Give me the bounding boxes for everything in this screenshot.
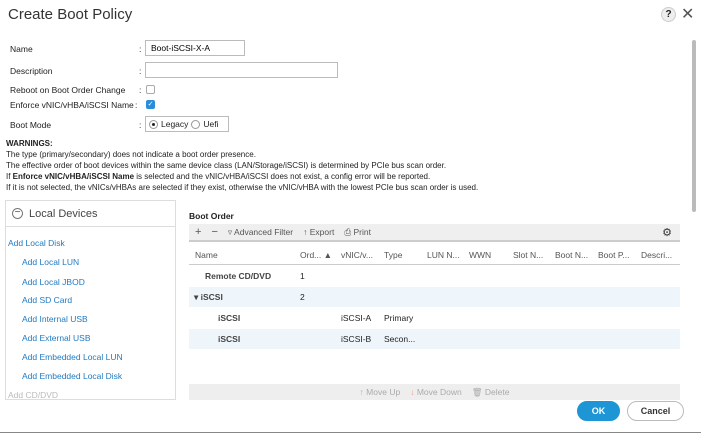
export-label: Export xyxy=(309,227,335,237)
dialog-title: Create Boot Policy xyxy=(8,6,133,23)
uefi-label: Uefi xyxy=(203,119,219,129)
col-vnic[interactable]: vNIC/v... xyxy=(341,250,373,260)
print-button[interactable]: ⎙ Print xyxy=(344,227,371,238)
advanced-filter-button[interactable]: ▿ Advanced Filter xyxy=(228,227,293,238)
uefi-radio[interactable] xyxy=(191,119,201,129)
close-icon[interactable]: ✕ xyxy=(681,4,694,24)
expand-arrow-icon[interactable]: ▾ xyxy=(194,292,201,302)
gear-icon[interactable]: ⚙ xyxy=(662,226,672,239)
move-up-label: Move Up xyxy=(366,387,401,397)
warning-line: The type (primary/secondary) does not in… xyxy=(6,150,256,159)
row-vnic: iSCSI-A xyxy=(341,313,372,323)
scrollbar[interactable] xyxy=(692,40,696,212)
table-row[interactable]: iSCSI iSCSI-A Primary xyxy=(189,308,680,328)
warnings-title: WARNINGS: xyxy=(6,139,53,148)
print-label: Print xyxy=(353,226,371,237)
remove-button[interactable]: − xyxy=(211,226,217,238)
name-input[interactable] xyxy=(145,40,245,56)
row-type: Secon... xyxy=(384,334,416,344)
add-embedded-local-disk-link[interactable]: Add Embedded Local Disk xyxy=(22,371,122,381)
col-name[interactable]: Name xyxy=(195,250,218,260)
filter-label: Advanced Filter xyxy=(234,226,294,237)
col-slot[interactable]: Slot N... xyxy=(513,250,543,260)
legacy-radio[interactable] xyxy=(149,119,158,129)
warning-line: If Enforce vNIC/vHBA/iSCSI Name is selec… xyxy=(6,171,478,182)
colon: : xyxy=(139,120,142,130)
add-button[interactable]: + xyxy=(195,226,201,238)
colon: : xyxy=(135,100,138,110)
add-external-usb-link[interactable]: Add External USB xyxy=(22,333,91,343)
boot-mode-radio-group: Legacy Uefi xyxy=(145,116,229,132)
name-label: Name xyxy=(10,44,33,54)
export-button[interactable]: ↑ Export xyxy=(303,227,334,237)
col-boot-path[interactable]: Boot P... xyxy=(598,250,630,260)
delete-label: Delete xyxy=(484,386,510,397)
add-local-jbod-link[interactable]: Add Local JBOD xyxy=(22,277,85,287)
colon: : xyxy=(139,85,142,95)
move-up-button[interactable]: ↑ Move Up xyxy=(360,387,401,397)
row-actions-bar: ↑ Move Up ↓ Move Down 🗑 Delete xyxy=(189,384,680,400)
local-devices-panel: − Local Devices Add Local Disk Add Local … xyxy=(5,200,176,400)
warning-line: The effective order of boot devices with… xyxy=(6,161,447,170)
add-cd-dvd-link[interactable]: Add CD/DVD xyxy=(8,390,58,400)
local-devices-header[interactable]: − Local Devices xyxy=(6,201,175,227)
boot-mode-label: Boot Mode xyxy=(10,120,52,130)
row-order: 1 xyxy=(300,271,305,281)
description-input[interactable] xyxy=(145,62,338,78)
add-embedded-local-lun-link[interactable]: Add Embedded Local LUN xyxy=(22,352,123,362)
sort-asc-icon: ▲ xyxy=(321,250,333,260)
warning-line: If it is not selected, the vNICs/vHBAs a… xyxy=(6,183,479,192)
local-devices-title: Local Devices xyxy=(29,207,98,220)
move-down-label: Move Down xyxy=(416,387,462,397)
add-local-lun-link[interactable]: Add Local LUN xyxy=(22,257,79,267)
add-internal-usb-link[interactable]: Add Internal USB xyxy=(22,314,88,324)
move-down-button[interactable]: ↓ Move Down xyxy=(410,387,462,397)
row-name: iSCSI xyxy=(218,334,241,344)
trash-icon: 🗑 xyxy=(471,386,485,397)
col-order-label: Ord... xyxy=(300,250,322,260)
legacy-label: Legacy xyxy=(161,119,189,129)
reboot-checkbox[interactable] xyxy=(146,85,155,94)
row-vnic: iSCSI-B xyxy=(341,334,372,344)
col-lun[interactable]: LUN N... xyxy=(427,250,460,260)
boot-order-title: Boot Order xyxy=(189,211,234,221)
description-label: Description xyxy=(10,66,53,76)
boot-order-toolbar: + − ▿ Advanced Filter ↑ Export ⎙ Print ⚙ xyxy=(189,224,680,242)
add-sd-card-link[interactable]: Add SD Card xyxy=(22,295,72,305)
add-local-disk-link[interactable]: Add Local Disk xyxy=(8,238,65,248)
reboot-label: Reboot on Boot Order Change xyxy=(10,85,126,95)
arrow-down-icon: ↓ xyxy=(410,387,417,397)
row-name: iSCSI xyxy=(218,313,241,323)
row-order: 2 xyxy=(300,292,305,302)
row-type: Primary xyxy=(384,313,414,323)
divider xyxy=(0,432,701,433)
export-icon: ↑ xyxy=(303,227,310,237)
col-description[interactable]: Descri... xyxy=(641,250,672,260)
col-order[interactable]: Ord... ▲ xyxy=(300,250,332,260)
table-row[interactable]: Remote CD/DVD 1 xyxy=(189,266,680,286)
enforce-checkbox[interactable]: ✓ xyxy=(146,100,155,109)
header-divider xyxy=(189,264,680,265)
row-name: iSCSI xyxy=(200,292,223,302)
colon: : xyxy=(139,66,142,76)
warning-text: is selected and the vNIC/vHBA/iSCSI does… xyxy=(134,172,431,181)
row-name: Remote CD/DVD xyxy=(205,271,272,281)
table-row[interactable]: iSCSI iSCSI-B Secon... xyxy=(189,329,680,349)
help-icon[interactable]: ? xyxy=(661,7,676,22)
col-boot-name[interactable]: Boot N... xyxy=(555,250,588,260)
warning-bold: Enforce vNIC/vHBA/iSCSI Name xyxy=(12,172,135,181)
colon: : xyxy=(139,44,142,54)
collapse-icon[interactable]: − xyxy=(12,208,23,219)
col-wwn[interactable]: WWN xyxy=(469,250,491,260)
warning-text: If xyxy=(6,172,13,181)
col-type[interactable]: Type xyxy=(384,250,402,260)
enforce-label: Enforce vNIC/vHBA/iSCSI Name xyxy=(10,100,134,110)
table-row[interactable]: ▾ iSCSI 2 xyxy=(189,287,680,307)
ok-button[interactable]: OK xyxy=(577,401,620,421)
warnings: WARNINGS: The type (primary/secondary) d… xyxy=(6,138,478,193)
delete-button[interactable]: 🗑 Delete xyxy=(472,387,510,398)
cancel-button[interactable]: Cancel xyxy=(627,401,684,421)
